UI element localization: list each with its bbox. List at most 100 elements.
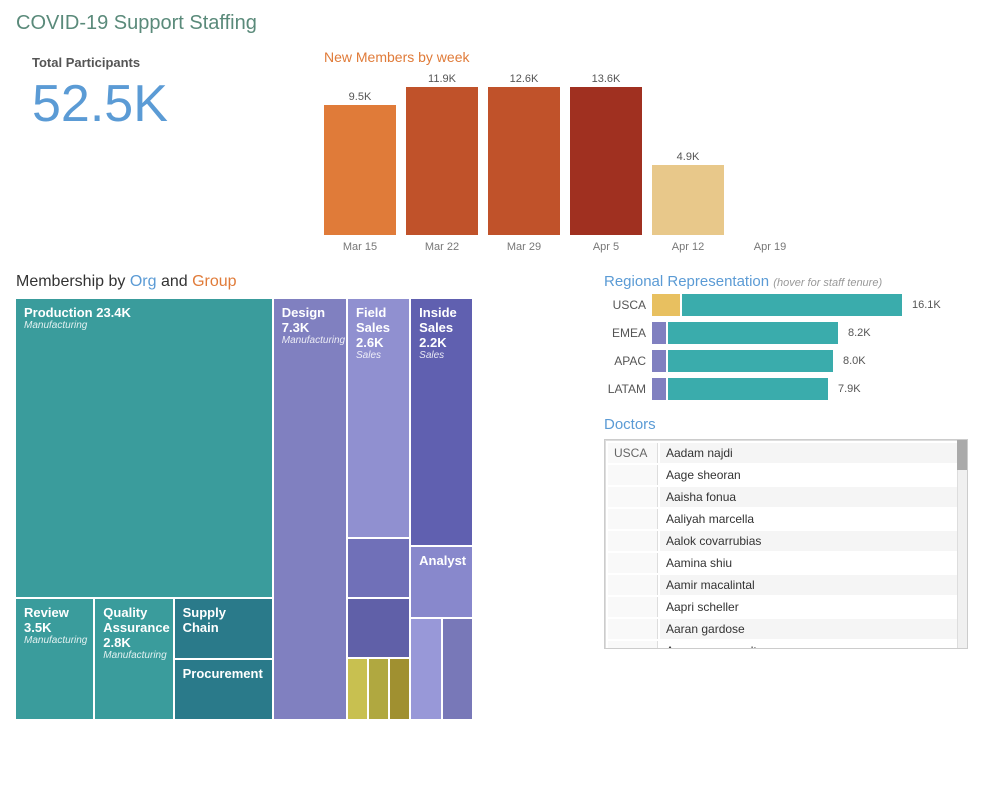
treemap-col-inside: Inside Sales 2.2K Sales Analyst bbox=[411, 299, 472, 719]
doctors-region-cell bbox=[608, 575, 658, 595]
bar-label-top: 12.6K bbox=[510, 73, 539, 85]
doctors-region-cell bbox=[608, 487, 658, 507]
bar-rect bbox=[488, 87, 560, 235]
doctors-name-cell: Aaran gardose bbox=[660, 619, 964, 639]
bar-label-top: 13.6K bbox=[592, 73, 621, 85]
bar-col: 13.6K Apr 5 bbox=[570, 73, 642, 253]
region-bar-segment bbox=[652, 378, 666, 400]
regional-title: Regional Representation (hover for staff… bbox=[604, 273, 968, 290]
region-bar-segment bbox=[652, 294, 680, 316]
bar-label-top: 11.9K bbox=[428, 73, 456, 85]
region-bar-text: 8.0K bbox=[843, 355, 866, 367]
doctors-list-wrap: USCAAadam najdiAage sheoranAaisha fonuaA… bbox=[604, 439, 968, 649]
bar-rect bbox=[324, 105, 396, 235]
treemap-cell-production: Production 23.4K Manufacturing bbox=[16, 299, 272, 597]
doctors-table-row: Aaisha fonua bbox=[608, 487, 964, 507]
region-bar-wrap bbox=[652, 378, 828, 400]
region-bar-segment bbox=[668, 378, 828, 400]
bar-label-bottom: Apr 19 bbox=[754, 241, 786, 253]
total-participants-value: 52.5K bbox=[32, 74, 280, 134]
total-participants-panel: Total Participants 52.5K bbox=[16, 45, 296, 257]
region-label: APAC bbox=[604, 354, 646, 368]
region-row: USCA16.1K bbox=[604, 294, 968, 316]
bar-chart-container: 9.5KMar 1511.9KMar 2212.6KMar 2913.6KApr… bbox=[324, 73, 960, 253]
doctors-table-row: Aaliyah marcella bbox=[608, 509, 964, 529]
bar-label-top: 4.9K bbox=[677, 151, 700, 163]
top-section: Total Participants 52.5K New Members by … bbox=[16, 45, 968, 257]
membership-org: Org bbox=[130, 273, 157, 290]
membership-title: Membership by Org and Group bbox=[16, 273, 237, 291]
doctors-name-cell: Aaraon roosevelt bbox=[660, 641, 964, 649]
region-bar-wrap bbox=[652, 350, 833, 372]
treemap-cell-design: Design 7.3K Manufacturing bbox=[274, 299, 346, 719]
treemap-tiny-1 bbox=[348, 659, 367, 719]
region-bar-wrap bbox=[652, 294, 902, 316]
treemap-cell-field-sales: Field Sales 2.6K Sales bbox=[348, 299, 409, 537]
page-container: COVID-19 Support Staffing Total Particip… bbox=[0, 0, 984, 731]
region-bar-text: 16.1K bbox=[912, 299, 941, 311]
region-bar-segment bbox=[652, 322, 666, 344]
treemap-small-1 bbox=[348, 539, 409, 597]
doctors-region-cell bbox=[608, 641, 658, 649]
doctors-region-cell bbox=[608, 597, 658, 617]
doctors-name-cell: Aapri scheller bbox=[660, 597, 964, 617]
region-row: LATAM7.9K bbox=[604, 378, 968, 400]
membership-prefix: Membership by bbox=[16, 273, 130, 290]
doctors-table-row: Aamina shiu bbox=[608, 553, 964, 573]
region-bar-text: 8.2K bbox=[848, 327, 871, 339]
treemap-cell-review: Review 3.5K Manufacturing bbox=[16, 599, 93, 719]
bar-rect bbox=[406, 87, 478, 235]
bar-rect bbox=[570, 87, 642, 235]
doctors-table-row: Aaraon roosevelt bbox=[608, 641, 964, 649]
bar-label-bottom: Mar 15 bbox=[343, 241, 377, 253]
doctors-title: Doctors bbox=[604, 416, 968, 433]
right-panel: Regional Representation (hover for staff… bbox=[588, 273, 968, 719]
treemap-an-1 bbox=[411, 619, 441, 719]
main-content: Membership by Org and Group Production 2… bbox=[16, 273, 968, 719]
region-row: APAC 8.0K bbox=[604, 350, 968, 372]
doctors-table-row: Aaran gardose bbox=[608, 619, 964, 639]
region-row: EMEA8.2K bbox=[604, 322, 968, 344]
region-bar-segment bbox=[668, 322, 838, 344]
doctors-region-cell bbox=[608, 553, 658, 573]
doctors-region-cell: USCA bbox=[608, 443, 658, 463]
treemap-cell-inside-sales: Inside Sales 2.2K Sales bbox=[411, 299, 472, 545]
scrollbar-track bbox=[957, 440, 967, 648]
treemap-tiny-row bbox=[348, 659, 409, 719]
doctors-region-cell bbox=[608, 619, 658, 639]
bar-label-bottom: Mar 22 bbox=[425, 241, 459, 253]
treemap-tiny-3 bbox=[390, 659, 409, 719]
doctors-table-row: Aalok covarrubias bbox=[608, 531, 964, 551]
doctors-name-cell: Aage sheoran bbox=[660, 465, 964, 485]
bar-col: 11.9K Mar 22 bbox=[406, 73, 478, 253]
page-title: COVID-19 Support Staffing bbox=[16, 12, 968, 35]
bar-label-bottom: Mar 29 bbox=[507, 241, 541, 253]
region-bar-segment bbox=[668, 350, 833, 372]
region-bars: USCA16.1K EMEA8.2K APAC 8.0K LATAM7.9K bbox=[604, 294, 968, 400]
treemap: Production 23.4K Manufacturing Review 3.… bbox=[16, 299, 572, 719]
left-content: Membership by Org and Group Production 2… bbox=[16, 273, 572, 719]
doctors-table: USCAAadam najdiAage sheoranAaisha fonuaA… bbox=[605, 440, 967, 649]
membership-and: and bbox=[157, 273, 193, 290]
region-bar-segment bbox=[682, 294, 902, 316]
membership-group: Group bbox=[192, 273, 236, 290]
scrollbar-thumb[interactable] bbox=[957, 440, 967, 470]
bar-rect bbox=[652, 165, 724, 235]
treemap-small-col bbox=[348, 539, 409, 719]
bar-chart-section: New Members by week 9.5KMar 1511.9KMar 2… bbox=[316, 45, 968, 257]
treemap-cell-analyst: Analyst bbox=[411, 547, 472, 617]
treemap-small-2 bbox=[348, 599, 409, 657]
treemap-analyst-row bbox=[411, 619, 472, 719]
doctors-name-cell: Aamir macalintal bbox=[660, 575, 964, 595]
bar-chart-title: New Members by week bbox=[324, 49, 960, 65]
bar-col: 12.6K Mar 29 bbox=[488, 73, 560, 253]
doctors-table-row: Aamir macalintal bbox=[608, 575, 964, 595]
bar-col: Apr 19 bbox=[734, 73, 806, 253]
treemap-col-field: Field Sales 2.6K Sales bbox=[348, 299, 409, 719]
doctors-region-cell bbox=[608, 531, 658, 551]
doctors-name-cell: Aadam najdi bbox=[660, 443, 964, 463]
doctors-region-cell bbox=[608, 465, 658, 485]
doctors-table-row: Aage sheoran bbox=[608, 465, 964, 485]
bar-label-bottom: Apr 5 bbox=[593, 241, 619, 253]
treemap-col-left: Production 23.4K Manufacturing Review 3.… bbox=[16, 299, 272, 719]
